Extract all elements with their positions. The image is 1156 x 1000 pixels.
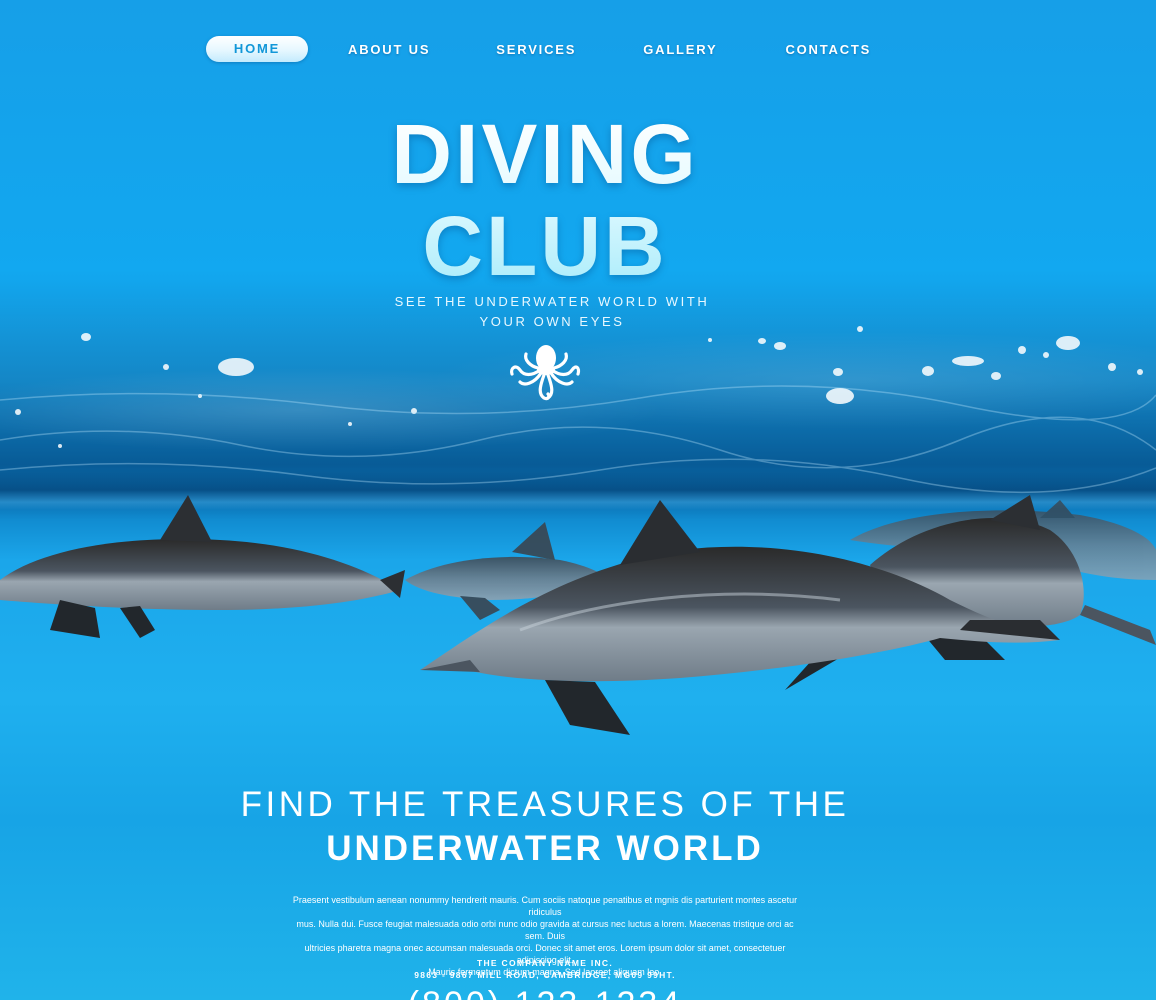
body-line1: Praesent vestibulum aenean nonummy hendr… [292, 895, 798, 917]
main-nav: HOME ABOUT US SERVICES GALLERY CONTACTS [206, 36, 871, 62]
octopus-icon [510, 345, 581, 401]
company-address: 9863 - 9867 MILL ROAD, CAMBRIDGE, MG09 9… [414, 970, 676, 980]
tagline-line1: SEE THE UNDERWATER WORLD WITH [394, 294, 710, 309]
nav-home[interactable]: HOME [206, 36, 308, 62]
section-heading-line1: FIND THE TREASURES OF THE [240, 785, 850, 824]
page: HOME ABOUT US SERVICES GALLERY CONTACTS … [0, 0, 1156, 1000]
section-heading-line2: UNDERWATER WORLD [326, 829, 764, 868]
site-title: DIVING CLUB [300, 108, 790, 292]
nav-services[interactable]: SERVICES [496, 42, 576, 57]
company-info: THE COMPANY NAME INC. 9863 - 9867 MILL R… [340, 957, 750, 981]
site-title-line2: CLUB [422, 199, 668, 293]
company-name: THE COMPANY NAME INC. [476, 958, 614, 968]
dolphins-illustration [0, 495, 1156, 735]
nav-contacts[interactable]: CONTACTS [785, 42, 871, 57]
nav-gallery[interactable]: GALLERY [643, 42, 717, 57]
hero-tagline: SEE THE UNDERWATER WORLD WITH YOUR OWN E… [380, 292, 724, 332]
tagline-line2: YOUR OWN EYES [479, 314, 625, 329]
body-line2: mus. Nulla dui. Fusce feugiat malesuada … [296, 919, 794, 941]
nav-about-us[interactable]: ABOUT US [348, 42, 430, 57]
site-title-line1: DIVING [391, 107, 699, 201]
phone-number[interactable]: (800) 123-1234 [340, 984, 750, 1000]
